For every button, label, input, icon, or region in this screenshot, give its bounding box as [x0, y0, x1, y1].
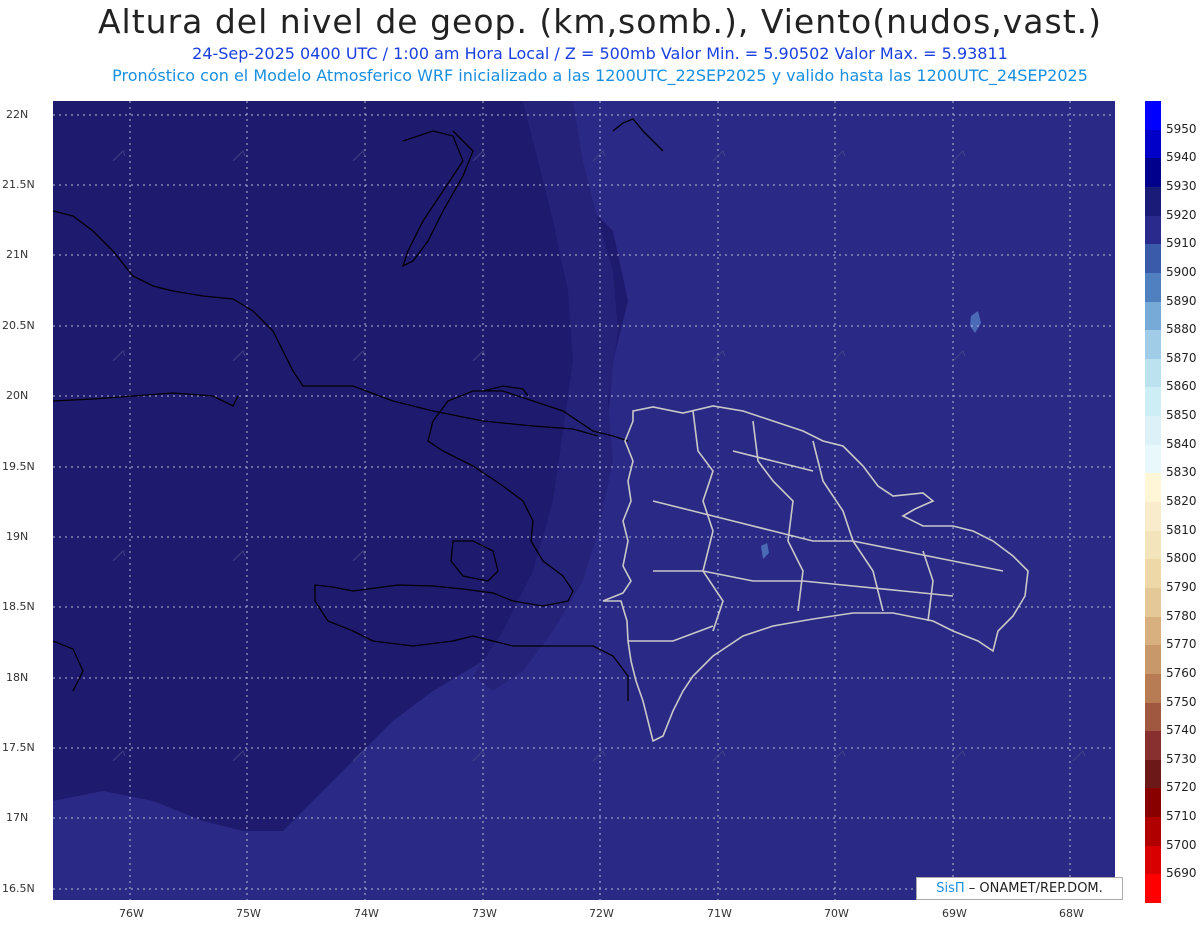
lon-label-74w: 74W — [354, 907, 379, 920]
lon-label-72w: 72W — [589, 907, 614, 920]
lat-label-17n: 17N — [6, 811, 29, 824]
colorbar-swatch — [1145, 731, 1161, 761]
colorbar-label: 5920 — [1166, 207, 1197, 222]
colorbar-swatch — [1145, 387, 1161, 417]
lat-label-18n: 18N — [6, 671, 29, 684]
colorbar-label: 5710 — [1166, 809, 1197, 824]
colorbar-label: 5820 — [1166, 494, 1197, 508]
colorbar-label: 5720 — [1166, 780, 1197, 795]
colorbar-label: 5900 — [1166, 264, 1197, 279]
colorbar-label: 5690 — [1166, 866, 1197, 881]
colorbar-swatch — [1145, 129, 1161, 159]
lon-label-76w: 76W — [119, 907, 144, 920]
colorbar-label: 5740 — [1166, 723, 1197, 738]
colorbar-label: 5850 — [1166, 408, 1197, 423]
colorbar-swatch — [1145, 587, 1161, 618]
lon-label-70w: 70W — [824, 907, 849, 920]
colorbar-swatch — [1145, 158, 1161, 188]
colorbar-swatch — [1145, 244, 1161, 274]
lon-label-71w: 71W — [707, 907, 732, 920]
geopotential-map — [53, 101, 1115, 900]
colorbar-swatch — [1145, 530, 1161, 560]
lon-label-68w: 68W — [1059, 907, 1084, 920]
credit-box: SisΠ – ONAMET/REP.DOM. — [916, 877, 1123, 900]
colorbar-label: 5750 — [1166, 694, 1197, 709]
colorbar-label: 5800 — [1166, 551, 1197, 566]
colorbar-swatch — [1145, 702, 1161, 732]
colorbar-swatch — [1145, 301, 1161, 331]
lon-label-69w: 69W — [942, 907, 967, 920]
credit-brand: SisΠ — [936, 881, 965, 896]
colorbar-label: 5880 — [1166, 322, 1197, 337]
map-subtitle-model-info: Pronóstico con el Modelo Atmosferico WRF… — [112, 66, 1088, 85]
lat-label-21n: 21N — [6, 248, 29, 261]
lat-label-19n: 19N — [6, 530, 29, 543]
colorbar-label: 5810 — [1166, 522, 1197, 537]
map-subtitle-valid-time: 24-Sep-2025 0400 UTC / 1:00 am Hora Loca… — [192, 44, 1008, 63]
colorbar-label: 5860 — [1166, 379, 1197, 394]
colorbar-label: 5790 — [1166, 579, 1197, 594]
lat-label-16-5n: 16.5N — [2, 882, 35, 895]
colorbar-swatch — [1145, 645, 1161, 675]
colorbar-label: 5940 — [1166, 150, 1197, 165]
lon-label-75w: 75W — [236, 907, 261, 920]
colorbar-swatch — [1145, 215, 1161, 245]
colorbar-swatch — [1145, 473, 1161, 503]
lat-label-22n: 22N — [6, 108, 29, 121]
lon-label-73w: 73W — [472, 907, 497, 920]
colorbar-label: 5930 — [1166, 178, 1197, 193]
colorbar-label: 5770 — [1166, 637, 1197, 652]
colorbar-swatch — [1145, 845, 1161, 875]
lat-label-20-5n: 20.5N — [2, 319, 35, 332]
colorbar-label: 5950 — [1166, 121, 1197, 136]
colorbar-swatch — [1145, 817, 1161, 847]
colorbar-swatch — [1145, 759, 1161, 789]
colorbar-swatch — [1145, 788, 1161, 818]
colorbar-label: 5760 — [1166, 665, 1197, 680]
colorbar-label: 5910 — [1166, 236, 1197, 251]
credit-text: – ONAMET/REP.DOM. — [964, 881, 1103, 896]
map-title: Altura del nivel de geop. (km,somb.), Vi… — [97, 2, 1103, 41]
lat-label-18-5n: 18.5N — [2, 600, 35, 613]
colorbar-swatch — [1145, 673, 1161, 703]
colorbar-label: 5780 — [1166, 608, 1197, 623]
colorbar — [1145, 101, 1161, 904]
colorbar-swatch — [1145, 559, 1161, 589]
lat-label-17-5n: 17.5N — [2, 741, 35, 754]
colorbar-swatch — [1145, 416, 1161, 446]
lat-label-20n: 20N — [6, 389, 29, 402]
colorbar-swatch — [1145, 358, 1161, 388]
colorbar-swatch — [1145, 874, 1161, 904]
colorbar-label: 5840 — [1166, 436, 1197, 451]
colorbar-swatch — [1145, 272, 1161, 302]
colorbar-label: 5870 — [1166, 350, 1197, 365]
colorbar-label: 5730 — [1166, 751, 1197, 766]
colorbar-swatch — [1145, 444, 1161, 474]
colorbar-label: 5890 — [1166, 293, 1197, 308]
colorbar-swatch — [1145, 101, 1161, 131]
colorbar-swatch — [1145, 502, 1161, 532]
colorbar-label: 5830 — [1166, 465, 1197, 480]
lat-label-19-5n: 19.5N — [2, 460, 35, 473]
colorbar-swatch — [1145, 616, 1161, 646]
lat-label-21-5n: 21.5N — [2, 178, 35, 191]
colorbar-swatch — [1145, 330, 1161, 360]
colorbar-swatch — [1145, 186, 1161, 217]
colorbar-label: 5700 — [1166, 837, 1197, 852]
